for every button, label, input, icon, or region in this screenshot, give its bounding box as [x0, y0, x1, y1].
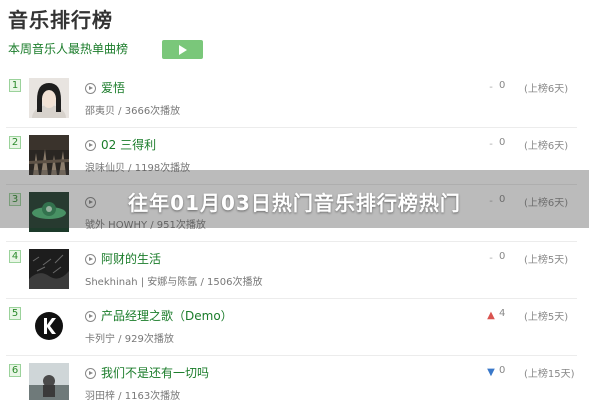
- song-play-icon[interactable]: [85, 140, 96, 151]
- song-artist-plays[interactable]: Shekhinah | 安娜与陈氤 / 1506次播放: [85, 273, 262, 288]
- rank-badge: 5: [9, 307, 21, 320]
- trend-value: 0: [499, 251, 506, 262]
- song-artist-plays[interactable]: 卡列宁 / 929次播放: [85, 330, 174, 345]
- chart-duration: (上榜5天): [524, 312, 569, 323]
- overlay-title: 往年01月03日热门音乐排行榜热门: [128, 191, 461, 215]
- cover-dark-art-image: [29, 135, 69, 175]
- cover-photo-image: [29, 363, 69, 400]
- song-play-icon[interactable]: [85, 83, 96, 94]
- page-title: 音乐排行榜: [8, 8, 113, 32]
- trend-value: 0: [499, 137, 506, 148]
- chart-duration: (上榜15天): [524, 369, 575, 380]
- song-artist-plays[interactable]: 羽田梓 / 1163次播放: [85, 387, 180, 400]
- k-logo-icon: [29, 306, 69, 346]
- song-row: 5 产品经理之歌（Demo） 卡列宁 / 929次播放 ▲ 4 (上榜5天): [0, 299, 589, 356]
- album-cover[interactable]: [29, 249, 69, 289]
- song-title[interactable]: 我们不是还有一切吗: [101, 364, 209, 381]
- song-title[interactable]: 02 三得利: [101, 136, 156, 153]
- rank-badge: 4: [9, 250, 21, 263]
- song-title[interactable]: 爱悟: [101, 79, 125, 96]
- album-cover[interactable]: [29, 363, 69, 400]
- trend-value: 0: [499, 365, 506, 376]
- play-all-button[interactable]: [162, 40, 203, 59]
- song-play-icon[interactable]: [85, 254, 96, 265]
- trend-down-icon: ▼: [487, 367, 495, 378]
- trend-neutral-icon: -: [489, 253, 493, 264]
- song-row: 6 我们不是还有一切吗 羽田梓 / 1163次播放 ▼ 0 (上榜15天): [0, 356, 589, 400]
- trend-neutral-icon: -: [489, 82, 493, 93]
- chart-duration: (上榜6天): [524, 84, 569, 95]
- album-cover[interactable]: [29, 306, 69, 346]
- trend-value: 0: [499, 80, 506, 91]
- rank-badge: 6: [9, 364, 21, 377]
- song-play-icon[interactable]: [85, 368, 96, 379]
- trend-up-icon: ▲: [487, 310, 495, 321]
- chart-subtitle[interactable]: 本周音乐人最热单曲榜: [8, 40, 128, 57]
- cover-portrait-image: [29, 78, 69, 118]
- chart-duration: (上榜6天): [524, 141, 569, 152]
- rank-badge: 1: [9, 79, 21, 92]
- song-artist-plays[interactable]: 邵夷贝 / 3666次播放: [85, 102, 180, 117]
- cover-texture-image: [29, 249, 69, 289]
- chart-duration: (上榜5天): [524, 255, 569, 266]
- album-cover[interactable]: [29, 135, 69, 175]
- album-cover[interactable]: [29, 78, 69, 118]
- song-title[interactable]: 阿财的生活: [101, 250, 161, 267]
- rank-badge: 2: [9, 136, 21, 149]
- song-play-icon[interactable]: [85, 311, 96, 322]
- song-title[interactable]: 产品经理之歌（Demo）: [101, 307, 233, 324]
- trend-value: 4: [499, 308, 506, 319]
- song-row: 4 阿财的生活 Shekhinah | 安娜与陈氤 / 1506次播放 - 0 …: [0, 242, 589, 299]
- song-row: 1 爱悟 邵夷贝 / 3666次播放 - 0 (上榜6天): [0, 71, 589, 128]
- trend-neutral-icon: -: [489, 139, 493, 150]
